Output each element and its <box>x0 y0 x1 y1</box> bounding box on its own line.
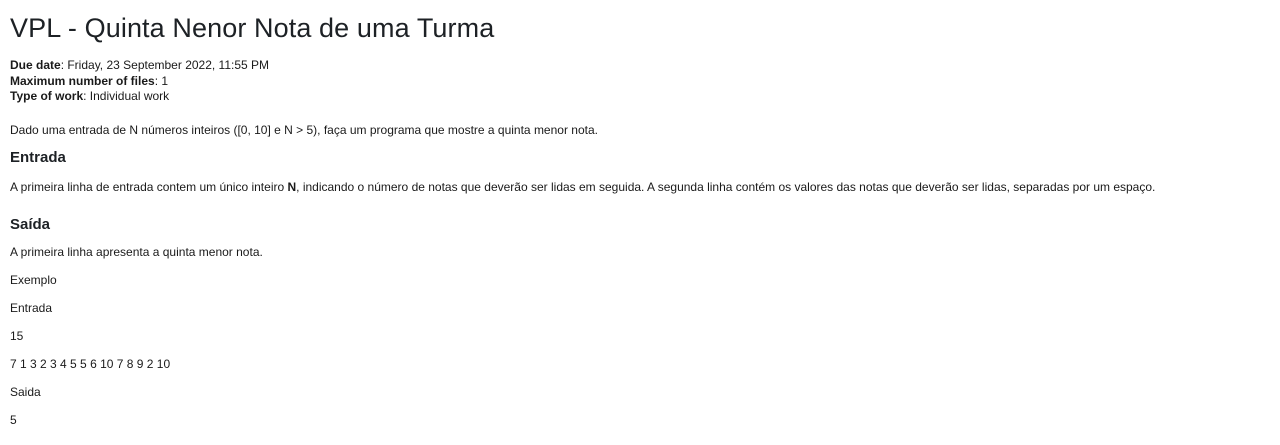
entrada-text-before: A primeira linha de entrada contem um ún… <box>10 180 288 194</box>
due-date-row: Due date: Friday, 23 September 2022, 11:… <box>10 58 269 74</box>
work-type-row: Type of work: Individual work <box>10 89 269 105</box>
entrada-paragraph: A primeira linha de entrada contem um ún… <box>10 180 1155 194</box>
entrada-heading: Entrada <box>10 149 66 166</box>
exemplo-entrada-line1: 15 <box>10 329 24 343</box>
page-title: VPL - Quinta Nenor Nota de uma Turma <box>10 13 495 43</box>
work-type-value: : Individual work <box>83 89 170 103</box>
exemplo-entrada-label: Entrada <box>10 301 53 315</box>
max-files-label: Maximum number of files <box>10 73 155 88</box>
max-files-value: : 1 <box>154 73 169 88</box>
due-date-label: Due date <box>10 58 61 72</box>
work-type-label: Type of work <box>10 89 84 103</box>
max-files-row: Maximum number of files: 1 <box>10 74 269 90</box>
entrada-text-bold: N <box>287 180 297 194</box>
saida-paragraph: A primeira linha apresenta a quinta meno… <box>10 245 263 259</box>
due-date-value: : Friday, 23 September 2022, 11:55 PM <box>60 58 270 72</box>
exemplo-saida-label: Saida <box>10 385 41 399</box>
entrada-text-after: , indicando o número de notas que deverã… <box>296 180 1156 194</box>
assignment-metadata: Due date: Friday, 23 September 2022, 11:… <box>10 58 269 105</box>
exemplo-entrada-line2: 7 1 3 2 3 4 5 5 6 10 7 8 9 2 10 <box>10 357 171 371</box>
intro-paragraph: Dado uma entrada de N números inteiros (… <box>10 123 598 137</box>
exemplo-saida-value: 5 <box>10 413 17 427</box>
exemplo-label: Exemplo <box>10 273 57 287</box>
saida-heading: Saída <box>10 216 51 233</box>
